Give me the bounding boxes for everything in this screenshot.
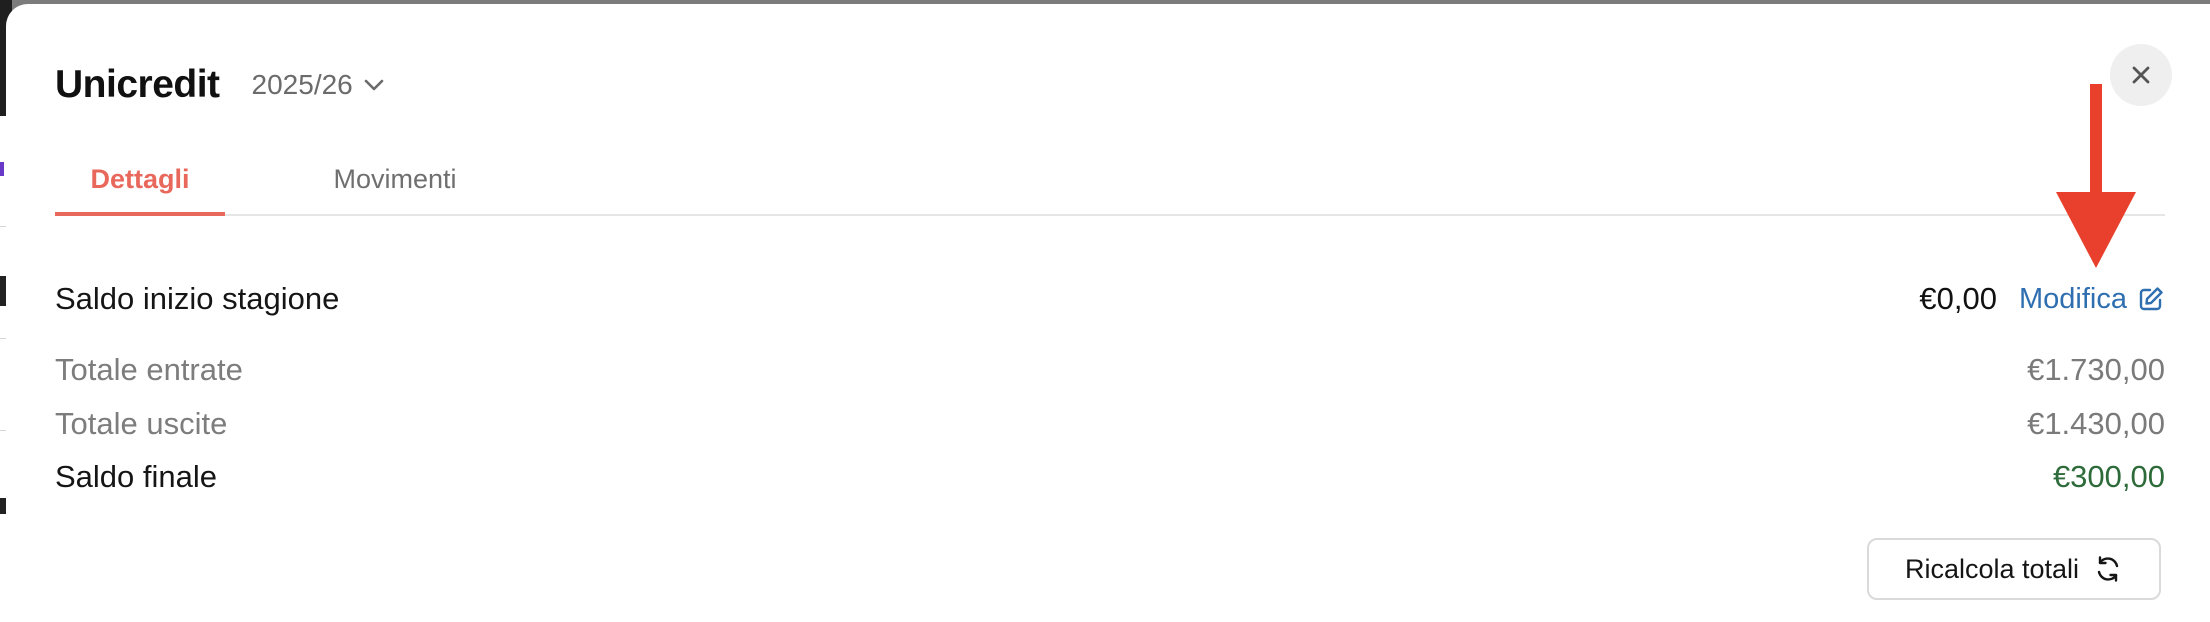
total-expenses-row: Totale uscite €1.430,00	[55, 401, 2165, 447]
final-balance-value: €300,00	[2052, 459, 2165, 494]
final-balance-row: Saldo finale €300,00	[55, 454, 2165, 500]
total-income-row: Totale entrate €1.730,00	[55, 347, 2165, 393]
total-income-value: €1.730,00	[2027, 352, 2165, 387]
edit-icon	[2139, 287, 2163, 311]
edit-link-label: Modifica	[2019, 282, 2127, 315]
total-expenses-value: €1.430,00	[2027, 406, 2165, 441]
total-expenses-label: Totale uscite	[55, 406, 228, 441]
tab-bar: Dettagli Movimenti	[55, 152, 2165, 216]
opening-balance-label: Saldo inizio stagione	[55, 281, 340, 316]
tab-movimenti[interactable]: Movimenti	[295, 152, 495, 214]
opening-balance-row: Saldo inizio stagione €0,00 Modifica	[55, 274, 2165, 324]
refresh-icon	[2097, 556, 2119, 582]
final-balance-label: Saldo finale	[55, 459, 218, 494]
tab-dettagli[interactable]: Dettagli	[55, 152, 225, 216]
account-details-modal: Unicredit 2025/26 Dettagli Movimenti Sal…	[6, 4, 2210, 622]
season-selector[interactable]: 2025/26	[252, 69, 385, 101]
opening-balance-value-group: €0,00 Modifica	[1919, 281, 2165, 317]
chevron-down-icon	[364, 79, 384, 91]
total-income-label: Totale entrate	[55, 352, 243, 387]
background-accent-mark	[0, 162, 4, 176]
close-icon	[2132, 66, 2150, 84]
recalculate-label: Ricalcola totali	[1904, 553, 2080, 584]
edit-opening-balance-link[interactable]: Modifica	[2019, 283, 2165, 316]
recalculate-totals-button[interactable]: Ricalcola totali	[1867, 538, 2161, 600]
modal-header: Unicredit 2025/26	[55, 60, 385, 110]
red-arrow-down-icon	[2056, 84, 2136, 268]
opening-balance-value: €0,00	[1919, 281, 1997, 316]
season-value: 2025/26	[251, 69, 353, 100]
account-title: Unicredit	[55, 63, 220, 106]
